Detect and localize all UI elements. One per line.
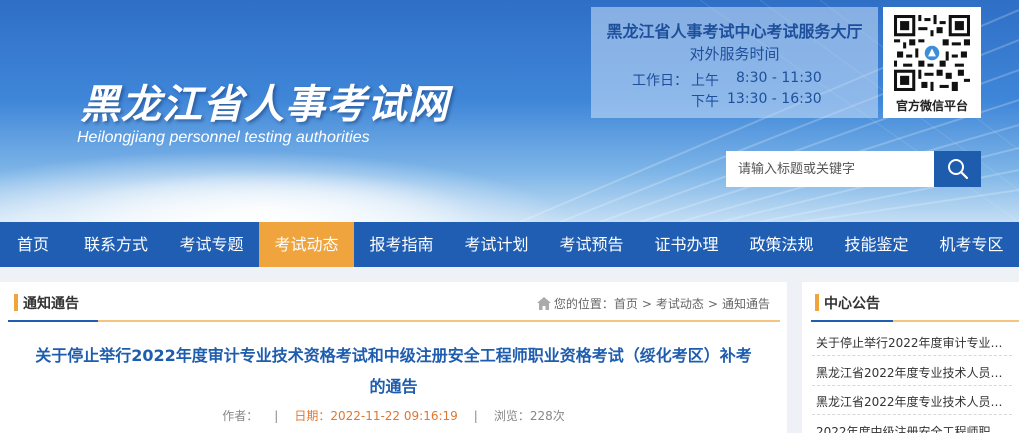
announcement-link[interactable]: 2022年度中级注册安全工程师职业资格考试 (816, 423, 1012, 433)
nav-item-exam-preview[interactable]: 考试预告 (544, 222, 639, 267)
search-button[interactable] (934, 151, 981, 187)
morning-time: 8:30 - 11:30 (736, 70, 822, 86)
nav-item-exam-news[interactable]: 考试动态 (259, 222, 354, 267)
morning-label: 上午 (691, 73, 719, 89)
date-label: 日期： (294, 409, 331, 423)
nav-item-certificates[interactable]: 证书办理 (639, 222, 734, 267)
nav-item-home[interactable]: 首页 (0, 222, 66, 267)
nav-item-contact[interactable]: 联系方式 (68, 222, 164, 267)
announcement-link[interactable]: 黑龙江省2022年度专业技术人员职业资格考试 (816, 364, 1012, 381)
section-heading: 通知通告 (23, 296, 79, 312)
header-banner: 黑龙江省人事考试网 Heilongjiang personnel testing… (0, 0, 1019, 222)
site-title: 黑龙江省人事考试网 (80, 82, 449, 128)
service-hours-box: 黑龙江省人事考试中心考试服务大厅 对外服务时间 工作日： 上午 8:30 - 1… (591, 7, 878, 118)
list-divider (812, 414, 1012, 415)
wechat-qr: 官方微信平台 (883, 7, 981, 118)
search-input[interactable] (726, 151, 934, 187)
heading-divider-accent (8, 320, 98, 322)
breadcrumb-section-link[interactable]: 考试动态 (656, 297, 704, 311)
announcement-link[interactable]: 黑龙江省2022年度专业技术人员职业资格证书 (816, 393, 1012, 410)
qr-label: 官方微信平台 (895, 99, 968, 113)
heading-accent-bar (14, 294, 18, 311)
home-icon (536, 297, 551, 310)
author-label: 作者： (222, 409, 259, 423)
list-divider (812, 355, 1012, 356)
side-heading: 中心公告 (824, 296, 880, 312)
heading-divider-accent (811, 320, 893, 322)
center-announcements-panel: 中心公告 关于停止举行2022年度审计专业技术资格考试 黑龙江省2022年度专业… (802, 282, 1019, 433)
service-hall-title: 黑龙江省人事考试中心考试服务大厅 (606, 22, 863, 41)
afternoon-label: 下午 (691, 94, 719, 110)
qr-code-icon (894, 15, 970, 91)
breadcrumb: 您的位置：首页 > 考试动态 > 通知通告 (536, 295, 770, 312)
afternoon-time: 13:30 - 16:30 (727, 91, 822, 107)
nav-item-policies[interactable]: 政策法规 (734, 222, 829, 267)
view-count: 228次 (529, 409, 565, 423)
nav-item-skill-appraisal[interactable]: 技能鉴定 (829, 222, 924, 267)
views-label: 浏览： (493, 409, 530, 423)
breadcrumb-prefix: 您的位置： (553, 297, 614, 311)
workday-label: 工作日： (632, 73, 688, 89)
service-hours-label: 对外服务时间 (689, 45, 780, 63)
notice-content-panel: 通知通告 您的位置：首页 > 考试动态 > 通知通告 关于停止举行2022年度审计专业技… (0, 282, 787, 433)
article-title: 关于停止举行2022年度审计专业技术资格考试和中级注册安全工程师职业资格考试（绥… (35, 346, 752, 396)
breadcrumb-home-link[interactable]: 首页 (614, 297, 638, 311)
search-icon (948, 159, 969, 180)
breadcrumb-current-link[interactable]: 通知通告 (722, 297, 770, 311)
breadcrumb-separator: > (641, 297, 652, 311)
breadcrumb-separator: > (707, 297, 718, 311)
site-subtitle: Heilongjiang personnel testing authoriti… (77, 129, 370, 146)
nav-item-exam-topics[interactable]: 考试专题 (164, 222, 259, 267)
main-nav: 首页 联系方式 考试专题 考试动态 报考指南 考试计划 考试预告 证书办理 政策… (0, 222, 1019, 267)
article-meta: 作者： | 日期：2022-11-22 09:16:19 | 浏览：228次 (222, 409, 565, 423)
list-divider (812, 385, 1012, 386)
publish-date: 2022-11-22 09:16:19 (330, 409, 458, 423)
nav-item-computer-exam[interactable]: 机考专区 (924, 222, 1019, 267)
nav-item-exam-plan[interactable]: 考试计划 (449, 222, 544, 267)
heading-accent-bar (815, 294, 819, 311)
heading-divider (8, 320, 780, 322)
announcement-link[interactable]: 关于停止举行2022年度审计专业技术资格考试 (816, 334, 1012, 351)
nav-item-registration-guide[interactable]: 报考指南 (354, 222, 449, 267)
